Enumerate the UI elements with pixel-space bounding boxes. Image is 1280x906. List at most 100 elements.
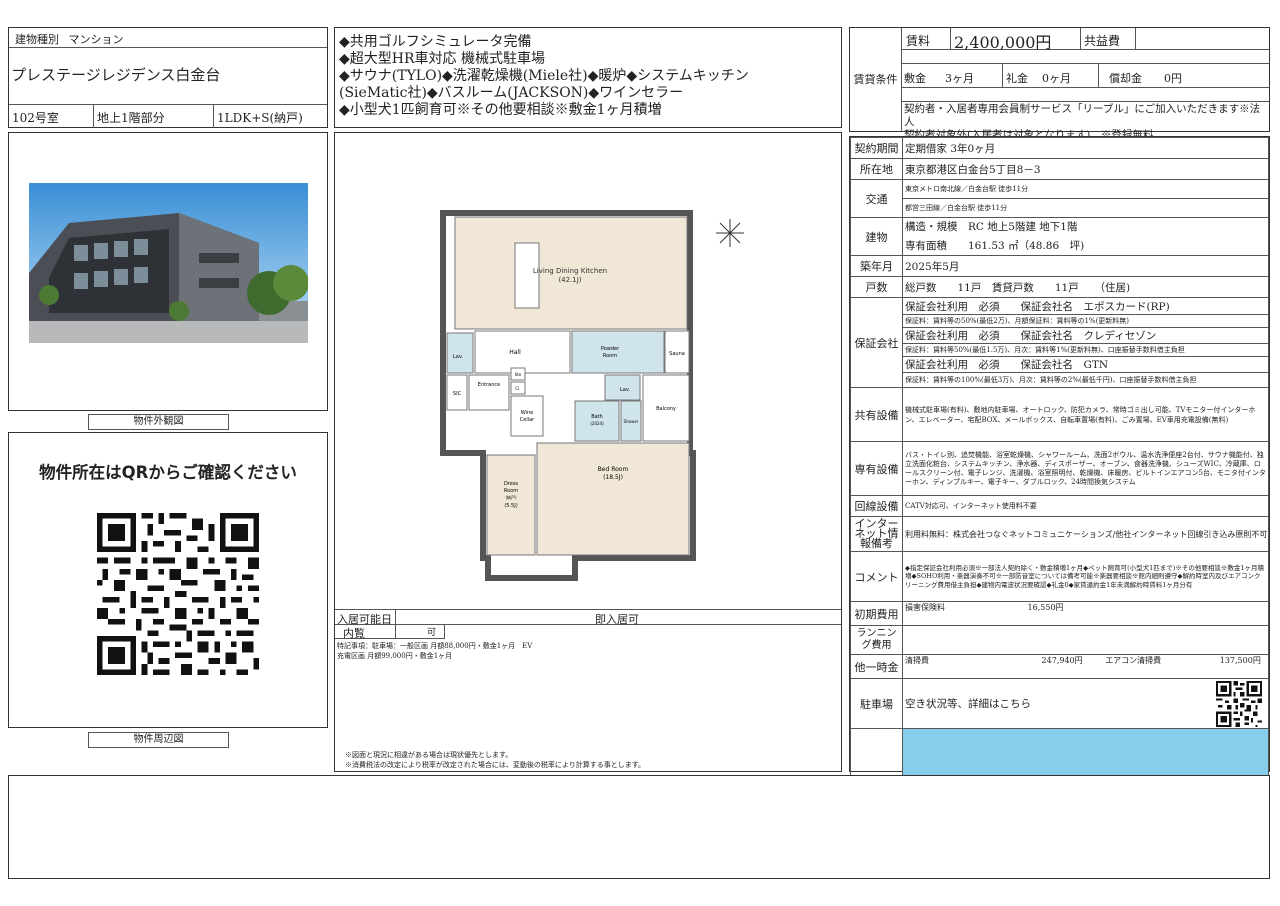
other-fee-1-value: 247,940円	[1041, 656, 1083, 665]
exterior-photo	[29, 183, 308, 343]
features-panel: ◆共用ゴルフシミュレータ完備 ◆超大型HR車対応 機械式駐車場 ◆サウナ(TYL…	[334, 27, 842, 128]
cl-label: Cl.	[515, 386, 520, 391]
entrance-label: Entrance	[478, 382, 500, 388]
left-column: 建物種別 マンション プレステージレジデンス白金台 102号室 地上1階部分 1…	[8, 27, 328, 128]
wine-label: Wine	[521, 410, 533, 416]
guarantee-3-note: 保証料：賃料等の100%(最低3万)、月次：賃料等の2%(最低千円)、口座振替手…	[905, 375, 1197, 384]
transport-2: 都営三田線／白金台駅 徒歩11分	[905, 204, 1008, 212]
floorplan-panel: Living Dining Kitchen (42.1J) Hall Lav. …	[334, 132, 842, 772]
built-label: 築年月	[850, 255, 903, 277]
common-facilities-label: 共有設備	[850, 387, 903, 442]
room-number: 102号室	[12, 111, 59, 125]
units-value: 総戸数 11戸 賃貸戸数 11戸 （住居)	[902, 276, 1269, 298]
key-money-value: 0ヶ月	[1042, 72, 1071, 85]
address-label: 所在地	[850, 158, 903, 180]
parking-qr-code[interactable]	[1216, 681, 1262, 727]
bed-size: (18.5J)	[603, 474, 623, 481]
internet-value: 利用料無料：株式会社つなぐネットコミュニケーションズ/他社インターネット回線引き…	[902, 516, 1269, 552]
deposit-label: 敷金	[904, 72, 926, 85]
feature-line-5: ◆小型犬1匹飼育可※その他要相談※敷金1ヶ月積増	[339, 102, 662, 118]
move-in-row: 入居可能日 即入居可	[335, 609, 841, 626]
footer-notes: ※図面と現況に相違がある場合は現状優先とします。 ※消費税法の改定により税率が改…	[345, 750, 645, 770]
type-row: 建物種別 マンション	[9, 28, 327, 48]
special-notes-line1: 特記事項：駐車場：一般区画 月額88,000円・敷金1ヶ月 EV	[337, 642, 533, 650]
rent-note-1: 契約者・入居者専用会員制サービス「リーブル」にご加入いただきます※法人	[904, 103, 1261, 128]
footer-note-2: ※消費税法の改定により税率が改定された場合には、変動後の税率により計算する事とし…	[345, 761, 646, 769]
key-money-label: 礼金	[1006, 72, 1028, 85]
guarantee-3: 保証会社利用 必須 保証会社名 GTN	[903, 357, 1268, 373]
lav2-label: Lav.	[620, 387, 630, 393]
dress-note: (納戸)	[505, 494, 517, 500]
floor-value: 地上1階部分	[97, 111, 165, 125]
amortization-label: 償却金	[1109, 72, 1142, 85]
spec-table: 契約期間 定期借家 3年0ヶ月 所在地 東京都港区白金台5丁目8－3 交通 東京…	[850, 137, 1269, 777]
exterior-photo-panel	[8, 132, 328, 411]
move-in-value: 即入居可	[595, 613, 639, 626]
initial-cost-label: 初期費用	[850, 601, 903, 626]
dress-room-label: Room	[504, 488, 518, 494]
dress-label: Dress	[504, 481, 518, 487]
sic-label: SIC	[453, 391, 462, 397]
feature-line-4: (SieMatic社)◆バスルーム(JACKSON)◆ワインセラー	[339, 85, 684, 101]
special-notes-line2: 充電区画 月額99,000円・敷金1ヶ月	[337, 652, 453, 660]
bath-label: Bath	[591, 414, 603, 420]
type-value: マンション	[68, 33, 124, 46]
lav1-label: Lav.	[453, 354, 463, 360]
powder-room-label: Room	[603, 353, 617, 359]
viewing-row: 内覧 可	[335, 625, 445, 640]
location-qr-code[interactable]	[97, 513, 259, 675]
running-cost-label: ランニング費用	[850, 625, 903, 655]
guarantee-label: 保証会社	[850, 297, 903, 388]
private-facilities-value: バス・トイレ別、追焚機能、浴室乾燥機、シャワールーム、洗面2ボウル、温水洗浄便座…	[902, 441, 1269, 496]
feature-line-3: ◆サウナ(TYLO)◆洗濯乾燥機(Miele社)◆暖炉◆システムキッチン	[339, 68, 749, 84]
parking-label: 駐車場	[850, 678, 903, 729]
ldk-size: (42.1J)	[558, 276, 581, 284]
bottom-panel	[8, 775, 1270, 879]
feature-line-1: ◆共用ゴルフシミュレータ完備	[339, 34, 532, 50]
cellar-label: Cellar	[520, 417, 535, 423]
rent-label: 賃料	[906, 34, 931, 48]
area-value: 専有面積 161.53 ㎡（48.86 坪)	[905, 240, 1085, 252]
north-arrow	[716, 219, 744, 247]
ldk-label: Living Dining Kitchen	[533, 267, 607, 275]
comment-label: コメント	[850, 551, 903, 602]
special-notes: 特記事項：駐車場：一般区画 月額88,000円・敷金1ヶ月 EV 充電区画 月額…	[337, 641, 532, 661]
layout-value: 1LDK+S(納戸)	[217, 111, 303, 125]
units-label: 戸数	[850, 276, 903, 298]
exterior-caption: 物件外観図	[88, 414, 229, 430]
building-name: プレステージレジデンス白金台	[11, 66, 221, 84]
sauna-label: Sauna	[669, 351, 685, 357]
address-value: 東京都港区白金台5丁目8－3	[902, 158, 1269, 180]
other-fees-label: 他一時金	[850, 654, 903, 679]
viewing-value: 可	[427, 628, 437, 638]
bath-size: (2024)	[590, 421, 604, 426]
deposit-value: 3ヶ月	[945, 72, 974, 85]
footer-note-1: ※図面と現況に相違がある場合は現状優先とします。	[345, 751, 513, 759]
map-caption: 物件周辺図	[88, 732, 229, 748]
other-fee-2-item: エアコン清掃費	[1105, 656, 1162, 665]
transport-1: 東京メトロ南北線／白金台駅 徒歩11分	[903, 180, 1268, 199]
rent-section-label: 賃貸条件	[850, 28, 902, 131]
parking-link[interactable]: 空き状況等、詳細はこちら	[905, 698, 1031, 710]
other-fee-2-value: 137,500円	[1219, 656, 1261, 665]
internet-label: インターネット情報備考	[850, 516, 903, 552]
rent-panel: 賃貸条件 賃料 2,400,000円 共益費 敷金 3ヶ月 礼金 0ヶ月 償却金…	[849, 27, 1270, 141]
ste-label: Ste	[515, 372, 522, 377]
bed-label: Bed Room	[598, 466, 629, 473]
other-fee-1-item: 清掃費	[905, 656, 929, 665]
accent-bar	[902, 728, 1269, 777]
room-row: 102号室 地上1階部分 1LDK+S(納戸)	[9, 104, 327, 128]
guarantee-1: 保証会社利用 必須 保証会社名 エポスカード(RP)	[903, 299, 1268, 315]
balcony-label: Balcony	[656, 406, 676, 412]
shower-label: Shower	[624, 419, 639, 424]
contract-label: 契約期間	[850, 137, 903, 159]
built-value: 2025年5月	[902, 255, 1269, 277]
transport-label: 交通	[850, 179, 903, 218]
building-label: 建物	[850, 217, 903, 256]
viewing-label: 内覧	[343, 627, 365, 640]
private-facilities-label: 専有設備	[850, 441, 903, 496]
guarantee-2: 保証会社利用 必須 保証会社名 クレディセゾン	[903, 328, 1268, 344]
feature-line-2: ◆超大型HR車対応 機械式駐車場	[339, 51, 545, 67]
qr-panel: 物件所在はQRからご確認ください	[8, 432, 328, 728]
initial-cost-value: 16,550円	[1027, 603, 1064, 612]
